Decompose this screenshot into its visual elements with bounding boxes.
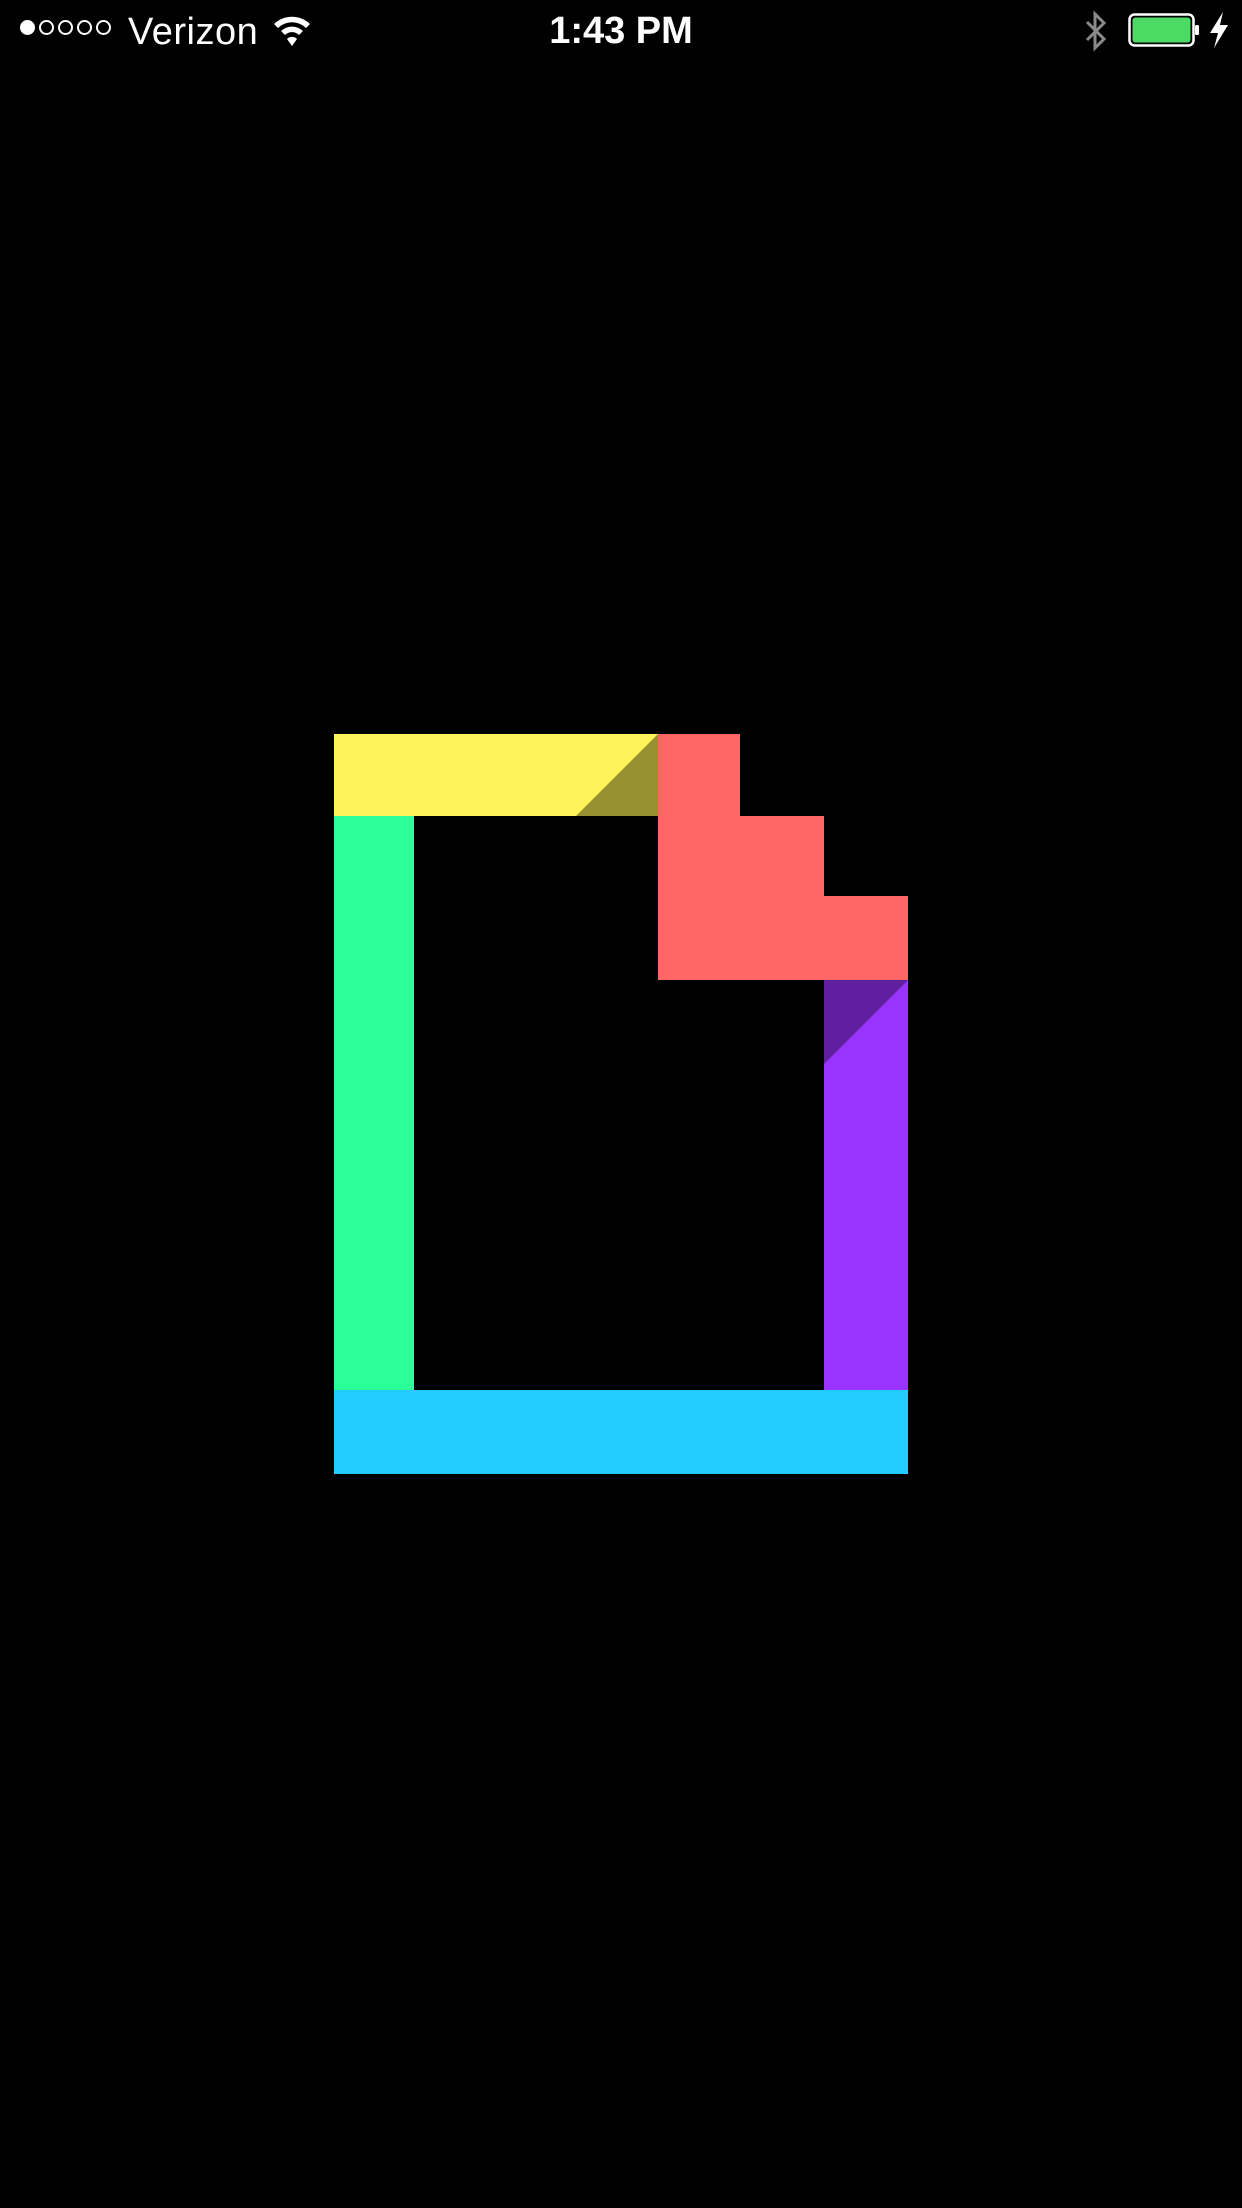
logo-green-bar	[334, 816, 414, 1390]
logo-coral-steps	[658, 734, 908, 980]
status-bar: Verizon 1:43 PM	[0, 0, 1242, 60]
logo-cyan-bar	[334, 1390, 908, 1474]
giphy-logo-icon	[334, 734, 908, 1474]
battery-icon	[1128, 13, 1199, 47]
charging-bolt-icon	[1210, 12, 1228, 48]
status-time: 1:43 PM	[549, 10, 693, 52]
bluetooth-icon	[1085, 10, 1107, 52]
